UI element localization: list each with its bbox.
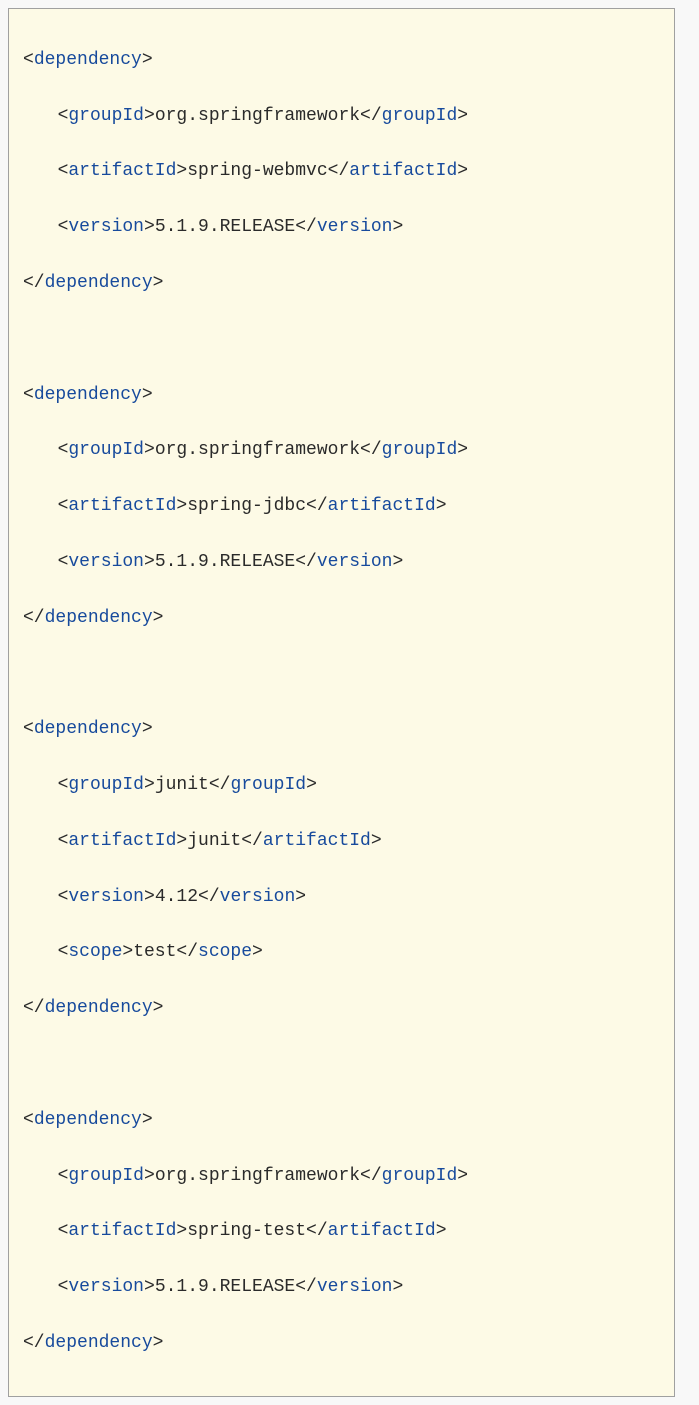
tag-scope: scope <box>68 942 122 962</box>
tag-version-close: version <box>317 552 393 572</box>
xml-line: <dependency> <box>23 1107 660 1135</box>
tag-dependency-close: dependency <box>45 998 153 1018</box>
value-groupid: org.springframework <box>155 440 360 460</box>
value-scope: test <box>133 942 176 962</box>
xml-line: <groupId>junit</groupId> <box>23 772 660 800</box>
tag-groupid: groupId <box>68 106 144 126</box>
value-artifactid: junit <box>187 831 241 851</box>
tag-version: version <box>68 1277 144 1297</box>
xml-line: <groupId>org.springframework</groupId> <box>23 1163 660 1191</box>
tag-artifactid: artifactId <box>68 161 176 181</box>
tag-dependency-open: dependency <box>34 50 142 70</box>
tag-groupid-close: groupId <box>382 106 458 126</box>
value-groupid: org.springframework <box>155 1166 360 1186</box>
xml-line: <version>5.1.9.RELEASE</version> <box>23 1274 660 1302</box>
xml-line: <groupId>org.springframework</groupId> <box>23 103 660 131</box>
xml-line: </dependency> <box>23 995 660 1023</box>
blank-line <box>23 1051 660 1079</box>
tag-dependency-open: dependency <box>34 385 142 405</box>
xml-line: <scope>test</scope> <box>23 939 660 967</box>
tag-groupid-close: groupId <box>382 1166 458 1186</box>
tag-artifactid: artifactId <box>68 496 176 516</box>
tag-artifactid: artifactId <box>68 831 176 851</box>
xml-line: <artifactId>spring-webmvc</artifactId> <box>23 158 660 186</box>
tag-artifactid-close: artifactId <box>328 1221 436 1241</box>
value-artifactid: spring-jdbc <box>187 496 306 516</box>
tag-version-close: version <box>317 217 393 237</box>
tag-artifactid: artifactId <box>68 1221 176 1241</box>
xml-line: <version>5.1.9.RELEASE</version> <box>23 549 660 577</box>
xml-line: <version>4.12</version> <box>23 884 660 912</box>
tag-version-close: version <box>220 887 296 907</box>
xml-code-block: <dependency> <groupId>org.springframewor… <box>8 8 675 1397</box>
tag-artifactid-close: artifactId <box>328 496 436 516</box>
blank-line <box>23 660 660 688</box>
value-version: 5.1.9.RELEASE <box>155 217 295 237</box>
tag-dependency-close: dependency <box>45 273 153 293</box>
xml-line: <dependency> <box>23 716 660 744</box>
tag-artifactid-close: artifactId <box>349 161 457 181</box>
tag-version: version <box>68 887 144 907</box>
xml-line: </dependency> <box>23 605 660 633</box>
value-version: 4.12 <box>155 887 198 907</box>
value-artifactid: spring-webmvc <box>187 161 327 181</box>
tag-dependency-open: dependency <box>34 1110 142 1130</box>
xml-line: <version>5.1.9.RELEASE</version> <box>23 214 660 242</box>
xml-line: <artifactId>junit</artifactId> <box>23 828 660 856</box>
tag-groupid: groupId <box>68 440 144 460</box>
tag-version: version <box>68 552 144 572</box>
tag-version: version <box>68 217 144 237</box>
xml-line: </dependency> <box>23 1330 660 1358</box>
value-artifactid: spring-test <box>187 1221 306 1241</box>
tag-dependency-close: dependency <box>45 1333 153 1353</box>
tag-groupid-close: groupId <box>382 440 458 460</box>
xml-line: <dependency> <box>23 382 660 410</box>
xml-line: </dependency> <box>23 270 660 298</box>
xml-line: <artifactId>spring-test</artifactId> <box>23 1218 660 1246</box>
value-groupid: junit <box>155 775 209 795</box>
xml-line: <artifactId>spring-jdbc</artifactId> <box>23 493 660 521</box>
tag-version-close: version <box>317 1277 393 1297</box>
tag-dependency-close: dependency <box>45 608 153 628</box>
xml-line: <dependency> <box>23 47 660 75</box>
tag-artifactid-close: artifactId <box>263 831 371 851</box>
value-version: 5.1.9.RELEASE <box>155 1277 295 1297</box>
tag-scope-close: scope <box>198 942 252 962</box>
tag-groupid: groupId <box>68 1166 144 1186</box>
tag-dependency-open: dependency <box>34 719 142 739</box>
tag-groupid-close: groupId <box>230 775 306 795</box>
tag-groupid: groupId <box>68 775 144 795</box>
value-version: 5.1.9.RELEASE <box>155 552 295 572</box>
xml-line: <groupId>org.springframework</groupId> <box>23 437 660 465</box>
value-groupid: org.springframework <box>155 106 360 126</box>
blank-line <box>23 326 660 354</box>
